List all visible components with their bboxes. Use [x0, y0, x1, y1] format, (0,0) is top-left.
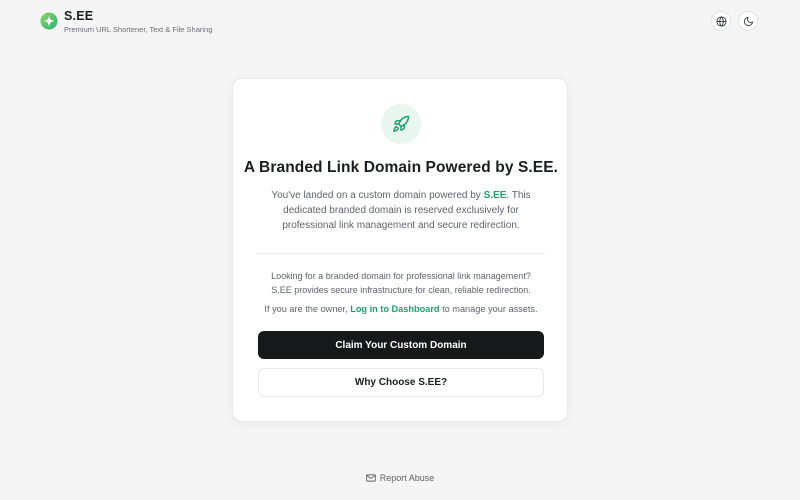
intro-text: You've landed on a custom domain powered… [257, 188, 545, 233]
mail-icon [365, 474, 376, 482]
dashboard-login-link[interactable]: Log in to Dashboard [350, 304, 439, 314]
why-choose-button[interactable]: Why Choose S.EE? [258, 368, 544, 397]
brand-tagline: Premium URL Shortener, Text & File Shari… [64, 25, 213, 34]
card-title: A Branded Link Domain Powered by S.EE. [243, 159, 559, 176]
brand[interactable]: S.EE Premium URL Shortener, Text & File … [40, 10, 212, 35]
globe-icon [715, 15, 727, 27]
top-header: S.EE Premium URL Shortener, Text & File … [0, 0, 800, 42]
looking-line-1: Looking for a branded domain for profess… [271, 271, 531, 281]
report-abuse-link[interactable]: Report Abuse [365, 473, 435, 483]
looking-text: Looking for a branded domain for profess… [253, 269, 549, 297]
intro-before: You've landed on a custom domain powered… [271, 190, 484, 201]
looking-line-2: S.EE provides secure infrastructure for … [271, 285, 531, 295]
owner-after: to manage your assets. [439, 304, 538, 314]
intro-brand-link[interactable]: S.EE [484, 190, 507, 201]
owner-text: If you are the owner, Log in to Dashboar… [253, 303, 549, 315]
domain-card: A Branded Link Domain Powered by S.EE. Y… [232, 78, 568, 422]
footer: Report Abuse [0, 471, 800, 485]
sparkle-logo-icon [40, 12, 58, 30]
rocket-badge [381, 104, 421, 144]
brand-name: S.EE [64, 9, 94, 23]
rocket-icon [393, 115, 410, 132]
divider [257, 253, 545, 254]
theme-toggle-button[interactable] [738, 11, 758, 31]
claim-domain-button[interactable]: Claim Your Custom Domain [258, 331, 544, 359]
owner-before: If you are the owner, [264, 304, 351, 314]
language-button[interactable] [711, 11, 731, 31]
moon-icon [743, 16, 753, 26]
report-abuse-label: Report Abuse [379, 473, 435, 483]
